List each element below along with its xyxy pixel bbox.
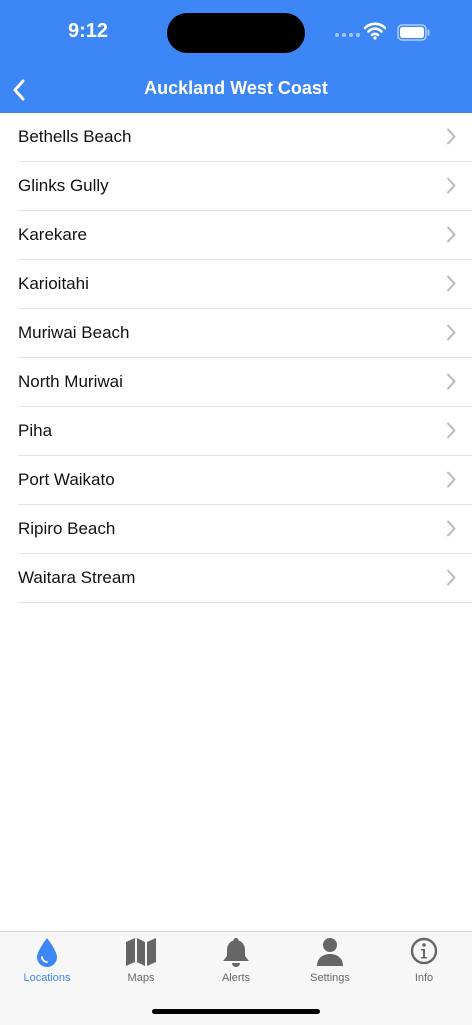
- tab-label: Settings: [310, 972, 350, 984]
- list-item-label: Muriwai Beach: [18, 323, 130, 342]
- tab-label: Alerts: [221, 972, 251, 984]
- tab-info[interactable]: Info: [377, 932, 471, 992]
- list-item-label: Karioitahi: [18, 274, 89, 293]
- list-item[interactable]: North Muriwai: [18, 358, 472, 407]
- list-item[interactable]: Karekare: [18, 211, 472, 260]
- list-item-label: Bethells Beach: [18, 127, 132, 146]
- info-icon: [410, 937, 438, 965]
- chevron-right-icon: [447, 226, 456, 243]
- list-item[interactable]: Ripiro Beach: [18, 505, 472, 554]
- tab-label: Maps: [127, 972, 155, 984]
- list-item[interactable]: Piha: [18, 407, 472, 456]
- tab-maps[interactable]: Maps: [94, 932, 188, 992]
- list-item-label: Port Waikato: [18, 470, 115, 489]
- chevron-right-icon: [447, 324, 456, 341]
- chevron-right-icon: [447, 569, 456, 586]
- bell-icon: [223, 938, 249, 967]
- list-item[interactable]: Bethells Beach: [18, 113, 472, 162]
- chevron-right-icon: [447, 520, 456, 537]
- page-title: Auckland West Coast: [144, 78, 328, 98]
- home-indicator: [152, 1009, 320, 1014]
- list-item[interactable]: Glinks Gully: [18, 162, 472, 211]
- map-icon: [126, 938, 156, 966]
- chevron-right-icon: [447, 471, 456, 488]
- list-item-label: Glinks Gully: [18, 176, 109, 195]
- tab-label: Info: [414, 972, 434, 984]
- battery-icon: [397, 24, 431, 46]
- list-item-label: Waitara Stream: [18, 568, 136, 587]
- list-item[interactable]: Muriwai Beach: [18, 309, 472, 358]
- dynamic-island: [167, 13, 305, 53]
- tab-label: Locations: [23, 972, 71, 984]
- list-item-label: North Muriwai: [18, 372, 123, 391]
- status-time: 9:12: [68, 20, 109, 42]
- list-item[interactable]: Waitara Stream: [18, 554, 472, 603]
- chevron-right-icon: [447, 275, 456, 292]
- navigation-header: 9:12 Auckland West Coast: [0, 0, 472, 113]
- locations-list: Bethells Beach Glinks Gully Karekare Kar…: [0, 113, 472, 603]
- chevron-right-icon: [447, 128, 456, 145]
- list-item[interactable]: Port Waikato: [18, 456, 472, 505]
- tab-locations[interactable]: Locations: [0, 932, 94, 992]
- tab-alerts[interactable]: Alerts: [189, 932, 283, 992]
- cellular-signal-icon: [335, 33, 360, 37]
- list-item-label: Ripiro Beach: [18, 519, 116, 538]
- person-icon: [317, 938, 343, 966]
- tab-settings[interactable]: Settings: [283, 932, 377, 992]
- list-item-label: Piha: [18, 421, 53, 440]
- wifi-icon: [363, 22, 387, 45]
- chevron-right-icon: [447, 422, 456, 439]
- list-item-label: Karekare: [18, 225, 87, 244]
- list-item[interactable]: Karioitahi: [18, 260, 472, 309]
- chevron-right-icon: [447, 177, 456, 194]
- chevron-right-icon: [447, 373, 456, 390]
- water-drop-icon: [37, 938, 57, 967]
